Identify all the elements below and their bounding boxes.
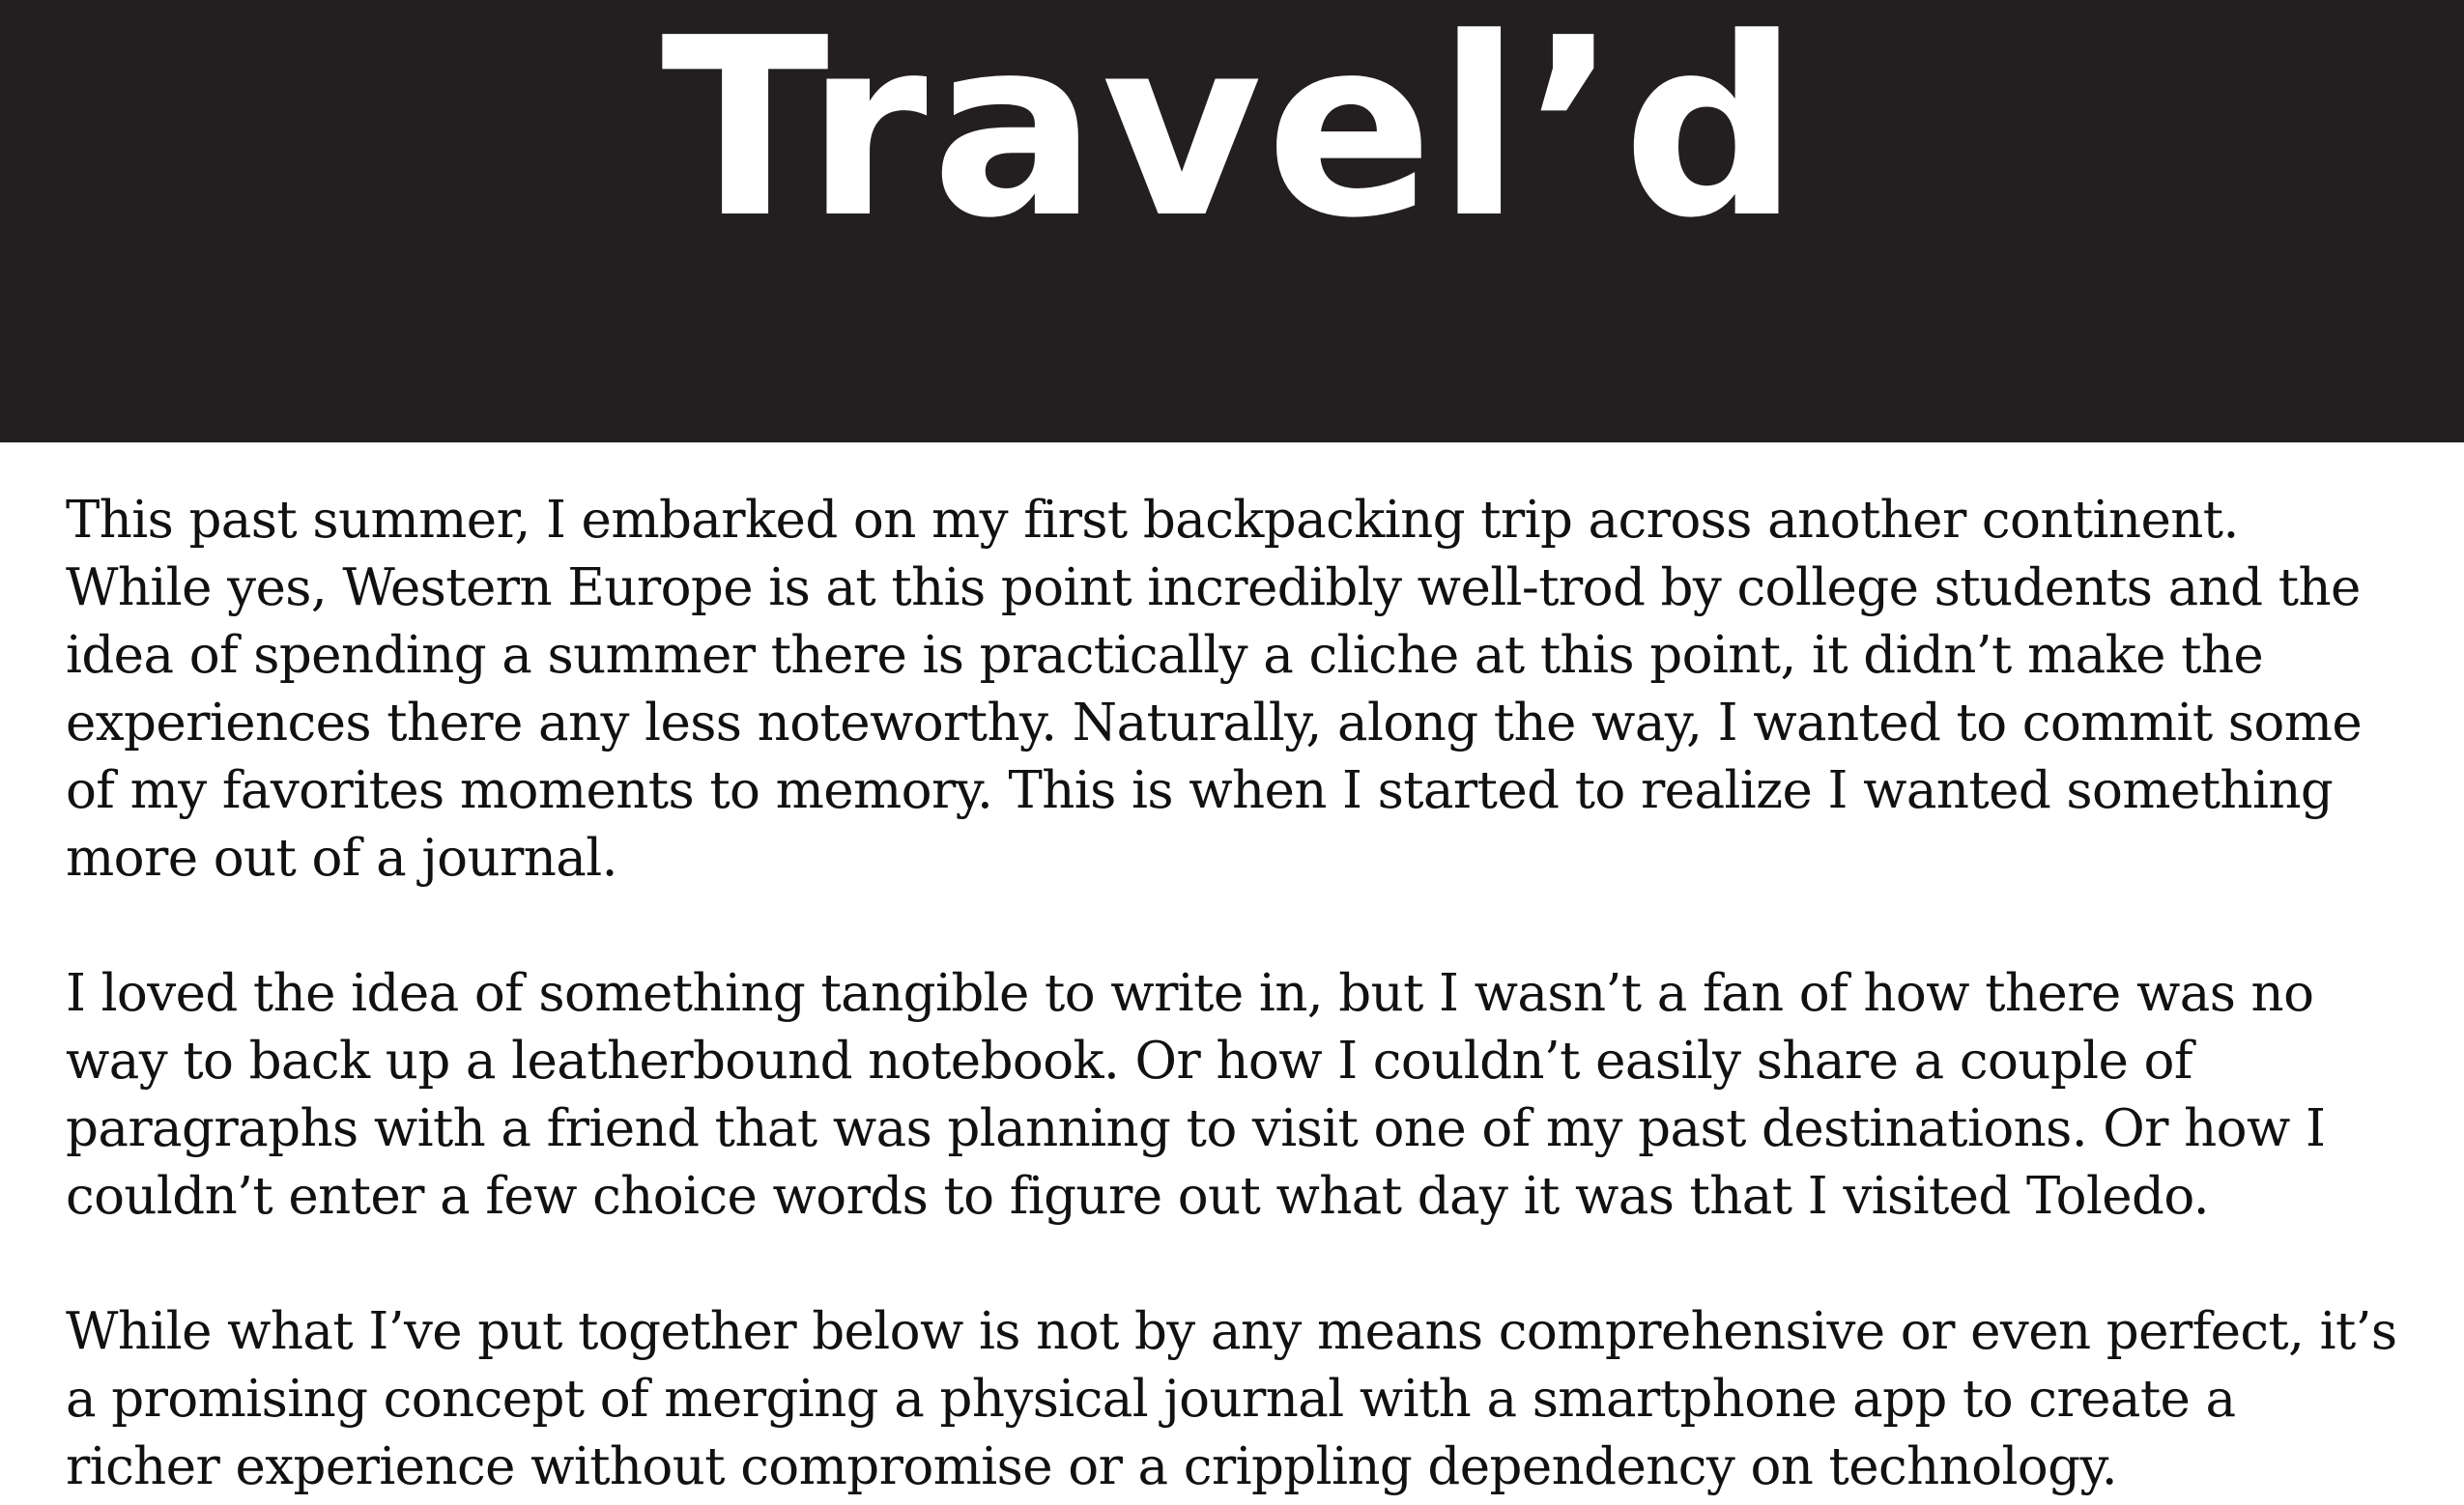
page-header: Travel’d (0, 0, 2464, 442)
intro-text: This past summer, I embarked on my first… (0, 442, 2464, 1501)
intro-paragraph-2: I loved the idea of something tangible t… (66, 964, 2326, 1226)
page-title: Travel’d (661, 0, 1803, 273)
intro-paragraph-3: While what I’ve put together below is no… (66, 1302, 2397, 1496)
intro-paragraph-1: This past summer, I embarked on my first… (66, 491, 2363, 888)
